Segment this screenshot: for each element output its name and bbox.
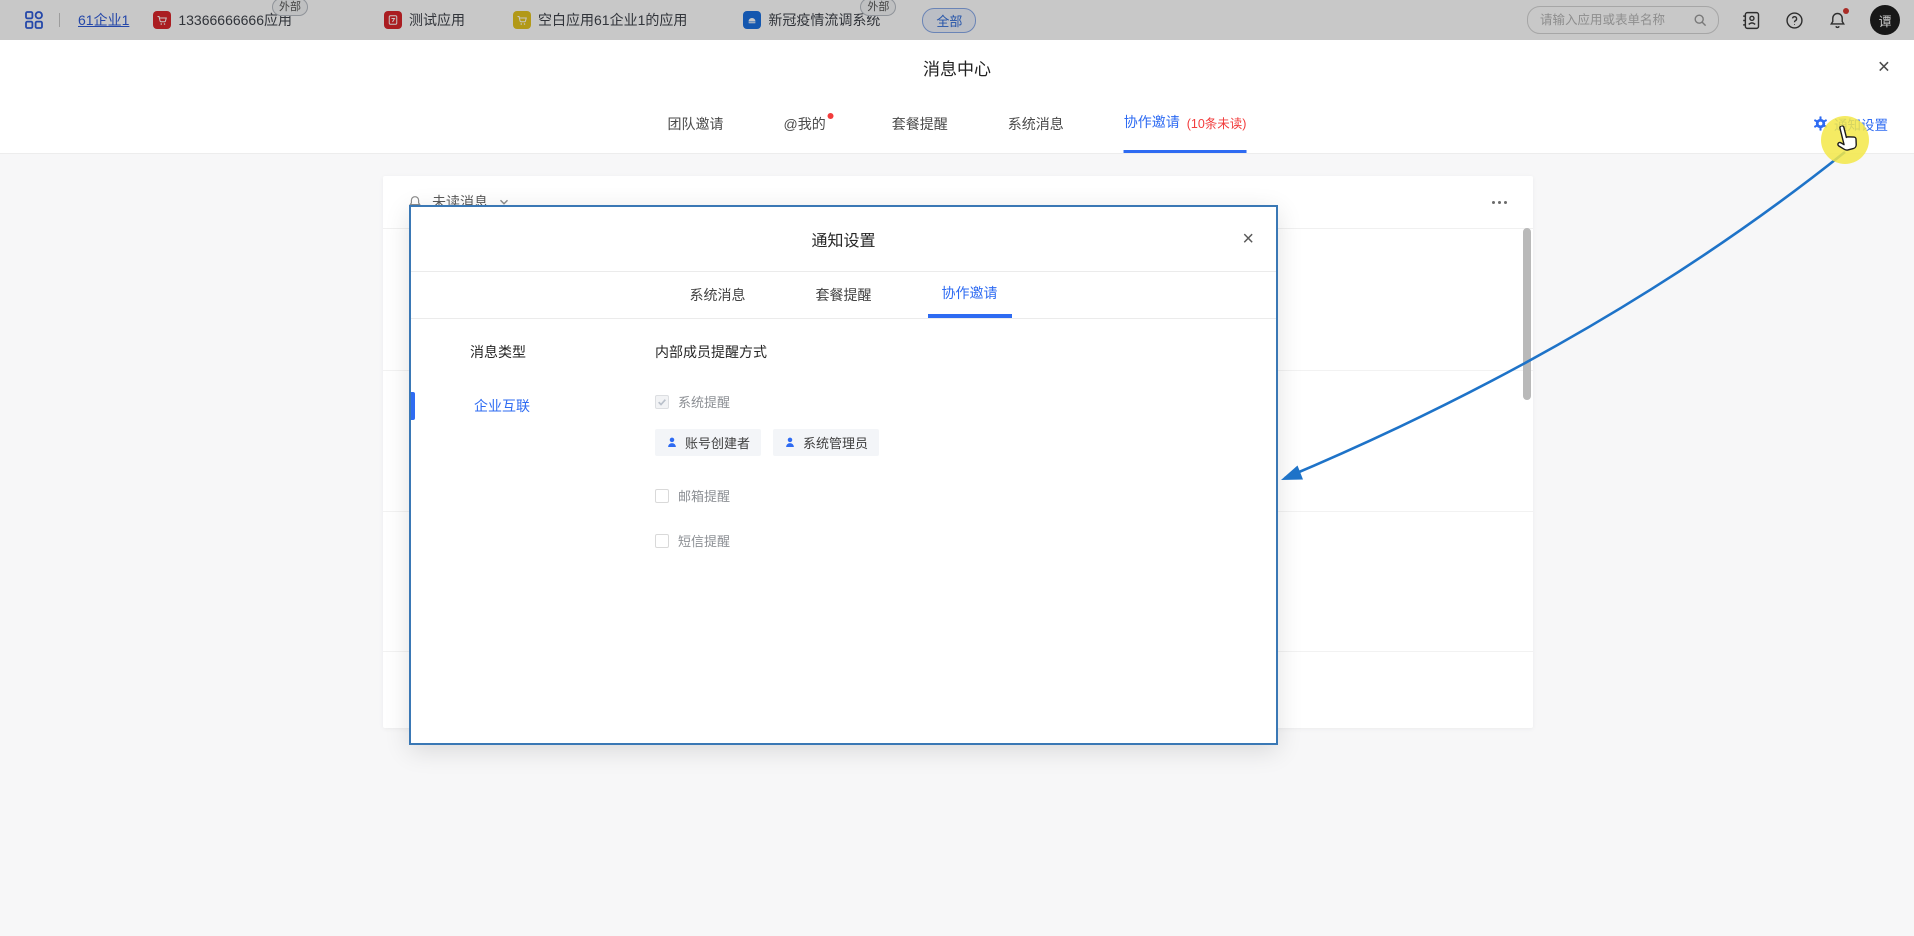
scrollbar-thumb[interactable]	[1523, 228, 1531, 400]
tab-label: 系统消息	[1008, 114, 1064, 134]
app-search[interactable]	[1527, 6, 1719, 34]
avatar[interactable]: 谭	[1870, 5, 1900, 35]
external-badge: 外部	[860, 0, 896, 16]
reminder-settings-column: 内部成员提醒方式 系统提醒 账号创建者	[655, 319, 1276, 743]
app-grid-icon[interactable]	[24, 10, 44, 30]
modal-tab-system-message[interactable]: 系统消息	[676, 272, 760, 318]
search-input[interactable]	[1538, 12, 1692, 28]
option-label: 短信提醒	[678, 531, 730, 550]
tab-at-me[interactable]: @我的	[784, 94, 832, 153]
external-badge: 外部	[272, 0, 308, 16]
unread-dot	[828, 113, 834, 119]
contacts-icon[interactable]	[1741, 10, 1762, 31]
checkbox-checked-disabled[interactable]	[655, 395, 669, 409]
app-label: 空白应用61企业1的应用	[538, 10, 687, 30]
tag-label: 账号创建者	[685, 433, 750, 452]
tag-system-admin[interactable]: 系统管理员	[773, 429, 879, 456]
option-system-reminder: 系统提醒	[655, 392, 1276, 411]
modal-body: 消息类型 企业互联 内部成员提醒方式 系统提醒	[411, 319, 1276, 743]
modal-tab-plan-reminder[interactable]: 套餐提醒	[802, 272, 886, 318]
column-title: 内部成员提醒方式	[655, 342, 1276, 362]
recipient-tags: 账号创建者 系统管理员	[655, 429, 1276, 456]
tab-label: 套餐提醒	[816, 285, 872, 305]
tab-label: 套餐提醒	[892, 114, 948, 134]
tab-label: 协作邀请	[942, 283, 998, 303]
topbar-app-blank[interactable]: 空白应用61企业1的应用	[513, 10, 687, 30]
help-icon[interactable]	[1784, 10, 1805, 31]
tag-label: 系统管理员	[803, 433, 868, 452]
menu-item-enterprise-link[interactable]: 企业互联	[411, 390, 655, 422]
option-email-reminder: 邮箱提醒	[655, 486, 1276, 505]
page-title: 消息中心	[923, 55, 991, 80]
tab-label: 团队邀请	[668, 114, 724, 134]
tab-system-message[interactable]: 系统消息	[1008, 94, 1064, 153]
person-icon	[666, 436, 678, 449]
modal-title: 通知设置	[811, 227, 875, 251]
notification-settings-button[interactable]: 通知设置	[1813, 114, 1888, 134]
message-center-tabs: 团队邀请 @我的 套餐提醒 系统消息 协作邀请 (10条未读)	[0, 94, 1914, 154]
topbar: 61企业1 13366666666应用 外部 测试应用	[0, 0, 1914, 40]
tag-account-creator[interactable]: 账号创建者	[655, 429, 761, 456]
bell-red-dot	[1843, 8, 1849, 14]
unread-count: (10条未读)	[1187, 113, 1247, 132]
notification-bell-icon[interactable]	[1827, 10, 1848, 31]
more-actions-button[interactable]	[1490, 195, 1509, 210]
modal-tab-collaboration-invite[interactable]: 协作邀请	[928, 272, 1012, 318]
message-center-header: 消息中心 ×	[0, 40, 1914, 95]
active-indicator	[411, 392, 415, 420]
modal-header: 通知设置 ×	[411, 207, 1276, 272]
topbar-left: 61企业1 13366666666应用 外部 测试应用	[14, 8, 1527, 33]
tab-label: 系统消息	[690, 285, 746, 305]
topbar-app-test[interactable]: 测试应用	[384, 10, 465, 30]
checkbox-unchecked[interactable]	[655, 489, 669, 503]
topbar-right: 谭	[1527, 5, 1900, 35]
topbar-app-covid[interactable]: 新冠疫情流调系统 外部	[743, 10, 880, 30]
tab-team-invite[interactable]: 团队邀请	[668, 94, 724, 153]
app-label: 测试应用	[409, 10, 465, 30]
checkbox-unchecked[interactable]	[655, 534, 669, 548]
dome-icon	[743, 11, 761, 29]
tabs-group: 团队邀请 @我的 套餐提醒 系统消息 协作邀请 (10条未读)	[668, 94, 1247, 153]
gear-icon	[1813, 116, 1828, 131]
notification-settings-modal: 通知设置 × 系统消息 套餐提醒 协作邀请 消息类型 企业互联 内部成员提醒方式	[409, 205, 1278, 745]
tab-label: @我的	[784, 114, 826, 134]
option-label: 系统提醒	[678, 392, 730, 411]
topbar-app-13366666666[interactable]: 13366666666应用 外部	[153, 10, 292, 30]
number-7-icon	[384, 11, 402, 29]
close-icon[interactable]: ×	[1242, 229, 1254, 249]
tab-plan-reminder[interactable]: 套餐提醒	[892, 94, 948, 153]
settings-label: 通知设置	[1834, 114, 1888, 134]
close-icon[interactable]: ×	[1878, 57, 1890, 78]
option-label: 邮箱提醒	[678, 486, 730, 505]
tab-label: 协作邀请	[1124, 112, 1180, 132]
option-sms-reminder: 短信提醒	[655, 531, 1276, 550]
all-apps-pill[interactable]: 全部	[922, 8, 976, 33]
menu-label: 企业互联	[474, 396, 530, 416]
search-icon	[1692, 12, 1708, 28]
modal-tabs: 系统消息 套餐提醒 协作邀请	[411, 272, 1276, 319]
tab-collaboration-invite[interactable]: 协作邀请 (10条未读)	[1124, 94, 1247, 153]
workspace-link[interactable]: 61企业1	[78, 10, 129, 30]
divider	[59, 13, 60, 27]
cart-icon	[513, 11, 531, 29]
column-title: 消息类型	[411, 342, 655, 362]
cart-icon	[153, 11, 171, 29]
message-type-column: 消息类型 企业互联	[411, 319, 655, 743]
person-icon	[784, 436, 796, 449]
